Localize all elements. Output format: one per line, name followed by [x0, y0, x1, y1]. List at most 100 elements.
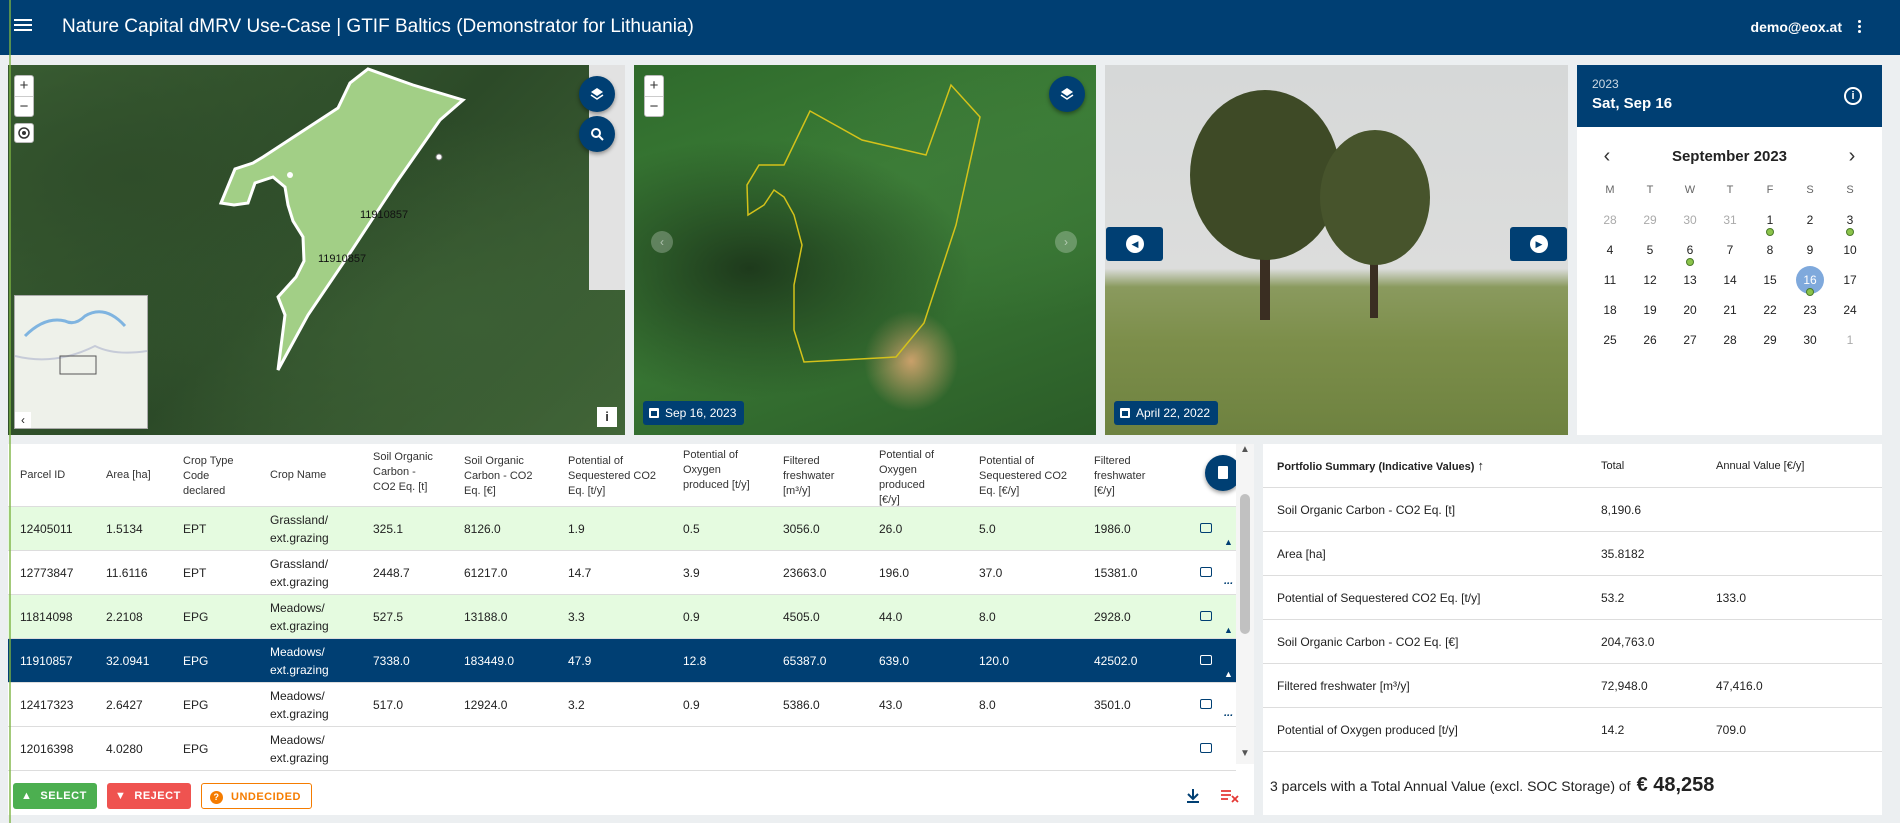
- calendar-day[interactable]: 28: [1710, 325, 1750, 355]
- photo-next-button[interactable]: ▶: [1510, 227, 1567, 261]
- download-icon[interactable]: [1184, 787, 1202, 805]
- chevron-right-icon[interactable]: ›: [1055, 231, 1077, 253]
- table-scrollbar[interactable]: ▲ ▼: [1236, 444, 1254, 764]
- calendar-day[interactable]: 3: [1830, 205, 1870, 236]
- cell-crop-name: Meadows/ext.grazing: [270, 733, 329, 765]
- calendar-day[interactable]: 15: [1750, 265, 1790, 295]
- calendar-day[interactable]: 30: [1670, 205, 1710, 235]
- calendar-day[interactable]: 14: [1710, 265, 1750, 295]
- comment-icon[interactable]: [1200, 567, 1212, 577]
- calendar-day[interactable]: 26: [1630, 325, 1670, 355]
- scroll-down-icon[interactable]: ▼: [1236, 748, 1254, 764]
- comment-icon[interactable]: [1200, 655, 1212, 665]
- calendar-day-selected[interactable]: 16: [1790, 265, 1830, 296]
- layers-icon[interactable]: [579, 76, 615, 112]
- undecided-button[interactable]: ? UNDECIDED: [201, 783, 312, 809]
- month-label[interactable]: September 2023: [1672, 148, 1787, 165]
- chevron-right-icon[interactable]: ›: [1837, 139, 1867, 175]
- comment-icon[interactable]: [1200, 523, 1212, 533]
- more-horiz-icon: ...: [1224, 707, 1234, 719]
- calendar-day[interactable]: 29: [1630, 205, 1670, 235]
- table-row-selected[interactable]: 11910857 32.0941 EPG Meadows/ext.grazing…: [8, 639, 1236, 683]
- column-header[interactable]: Crop Name: [270, 468, 326, 483]
- column-header[interactable]: Filtered freshwater [€/y]: [1094, 454, 1156, 499]
- calendar-day[interactable]: 2: [1790, 205, 1830, 235]
- scroll-thumb[interactable]: [1240, 494, 1250, 634]
- column-header[interactable]: Crop Type Code declared: [183, 454, 243, 499]
- search-icon[interactable]: [579, 116, 615, 152]
- calendar-day[interactable]: 4: [1590, 235, 1630, 265]
- calendar-day[interactable]: 27: [1670, 325, 1710, 355]
- zoom-out-button[interactable]: −: [645, 96, 663, 116]
- zoom-out-button[interactable]: −: [15, 96, 33, 116]
- calendar-day[interactable]: 30: [1790, 325, 1830, 355]
- calendar-day[interactable]: 10: [1830, 235, 1870, 265]
- calendar-day[interactable]: 9: [1790, 235, 1830, 265]
- calendar-day[interactable]: 29: [1750, 325, 1790, 355]
- column-header[interactable]: Parcel ID: [20, 468, 65, 483]
- photo-date-chip[interactable]: April 22, 2022: [1114, 401, 1219, 425]
- table-row[interactable]: 12417323 2.6427 EPG Meadows/ext.grazing …: [8, 683, 1236, 727]
- photo-prev-button[interactable]: ◀: [1106, 227, 1163, 261]
- comment-icon[interactable]: [1200, 699, 1212, 709]
- calendar-day[interactable]: 8: [1750, 235, 1790, 265]
- comment-icon[interactable]: [1200, 743, 1212, 753]
- satellite-map[interactable]: + − ‹ › Sep 16, 2023: [634, 65, 1096, 435]
- calendar-day[interactable]: 28: [1590, 205, 1630, 235]
- locate-icon[interactable]: [14, 123, 34, 143]
- chevron-left-icon[interactable]: ‹: [651, 231, 673, 253]
- chevron-left-icon[interactable]: ‹: [1592, 139, 1622, 175]
- calendar-day[interactable]: 1: [1830, 325, 1870, 355]
- column-header[interactable]: Potential of Oxygen produced [€/y]: [879, 448, 943, 508]
- zoom-in-button[interactable]: +: [15, 76, 33, 96]
- calendar-day[interactable]: 23: [1790, 295, 1830, 325]
- overview-minimap[interactable]: ‹: [14, 295, 148, 429]
- column-header[interactable]: Area [ha]: [106, 468, 151, 483]
- info-icon[interactable]: i: [1844, 87, 1862, 105]
- chevron-left-icon: ◀: [1126, 235, 1144, 253]
- clear-list-icon[interactable]: [1220, 787, 1240, 805]
- calendar-day[interactable]: 13: [1670, 265, 1710, 295]
- scroll-up-icon[interactable]: ▲: [1236, 444, 1254, 460]
- calendar-day[interactable]: 21: [1710, 295, 1750, 325]
- calendar-day[interactable]: 11: [1590, 265, 1630, 295]
- more-vert-icon[interactable]: [1856, 18, 1862, 36]
- zoom-in-button[interactable]: +: [645, 76, 663, 96]
- column-header[interactable]: Filtered freshwater [m³/y]: [783, 454, 845, 499]
- info-icon[interactable]: i: [597, 407, 617, 427]
- table-row[interactable]: 12773847 11.6116 EPT Grassland/ext.grazi…: [8, 551, 1236, 595]
- calendar-day[interactable]: 19: [1630, 295, 1670, 325]
- cell-crop-code: EPG: [183, 742, 209, 756]
- reject-button[interactable]: ▼ REJECT: [107, 783, 191, 809]
- map-date-chip[interactable]: Sep 16, 2023: [643, 401, 745, 425]
- summary-title[interactable]: Portfolio Summary (Indicative Values) ↑: [1277, 444, 1484, 489]
- parcel-map[interactable]: 11910857 11910857 + − ‹ i: [8, 65, 625, 435]
- minimap-collapse-button[interactable]: ‹: [15, 412, 31, 428]
- column-header[interactable]: Soil Organic Carbon - CO2 Eq. [t]: [373, 450, 439, 495]
- select-button[interactable]: ▲ SELECT: [13, 783, 97, 809]
- column-header[interactable]: Potential of Sequestered CO2 Eq. [t/y]: [568, 454, 658, 499]
- user-email[interactable]: demo@eox.at: [1751, 19, 1842, 35]
- date-picker-year[interactable]: 2023: [1592, 77, 1867, 91]
- table-row[interactable]: 12016398 4.0280 EPG Meadows/ext.grazing: [8, 727, 1236, 771]
- column-header[interactable]: Potential of Sequestered CO2 Eq. [€/y]: [979, 454, 1071, 499]
- calendar-day[interactable]: 18: [1590, 295, 1630, 325]
- calendar-day[interactable]: 1: [1750, 205, 1790, 236]
- calendar-day[interactable]: 24: [1830, 295, 1870, 325]
- calendar-day[interactable]: 5: [1630, 235, 1670, 265]
- calendar-day[interactable]: 6: [1670, 235, 1710, 266]
- comment-icon[interactable]: [1200, 611, 1212, 621]
- menu-icon[interactable]: [12, 16, 34, 38]
- column-header[interactable]: Soil Organic Carbon - CO2 Eq. [€]: [464, 454, 538, 499]
- calendar-day[interactable]: 22: [1750, 295, 1790, 325]
- calendar-day[interactable]: 25: [1590, 325, 1630, 355]
- calendar-day[interactable]: 20: [1670, 295, 1710, 325]
- calendar-day[interactable]: 7: [1710, 235, 1750, 265]
- layers-icon[interactable]: [1049, 76, 1085, 112]
- calendar-day[interactable]: 17: [1830, 265, 1870, 295]
- table-row[interactable]: 11814098 2.2108 EPG Meadows/ext.grazing …: [8, 595, 1236, 639]
- calendar-day[interactable]: 31: [1710, 205, 1750, 235]
- table-row[interactable]: 12405011 1.5134 EPT Grassland/ext.grazin…: [8, 507, 1236, 551]
- calendar-day[interactable]: 12: [1630, 265, 1670, 295]
- column-header[interactable]: Potential of Oxygen produced [t/y]: [683, 448, 757, 493]
